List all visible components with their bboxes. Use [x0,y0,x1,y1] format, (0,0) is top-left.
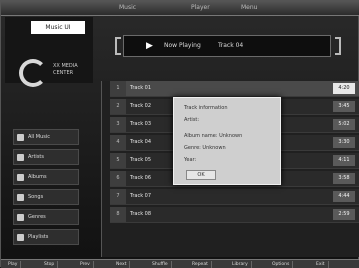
track-number: 6 [110,171,126,186]
title-segment-1: Music [119,4,137,11]
track-title: Track 03 [130,121,152,127]
track-title: Track 02 [130,103,152,109]
dialog-line: Album name: Unknown [184,133,243,139]
folder-icon [17,214,24,221]
track-row[interactable]: 8 Track 08 2:59 [110,207,359,223]
now-playing-bar[interactable]: ▶ Now Playing Track 04 [123,35,331,57]
logo-text: XX MEDIA CENTER [53,63,78,76]
track-time: 4:20 [333,83,355,94]
title-segment-2: Player [191,4,210,11]
track-number: 4 [110,135,126,150]
track-row[interactable]: 1 Track 01 4:20 [110,81,359,97]
title-bar: Music Player Menu [1,1,359,16]
note-icon [17,194,24,201]
sidebar-item-albums[interactable]: Albums [13,169,79,185]
dialog-line: Genre: Unknown [184,145,226,151]
track-number: 3 [110,117,126,132]
sidebar: All Music Artists Albums Songs Genres Pl… [13,119,79,263]
player-window: Music Player Menu Music UI XX MEDIA CENT… [0,0,359,268]
sidebar-item-label: Genres [28,214,46,220]
track-row[interactable]: 7 Track 07 4:44 [110,189,359,205]
sidebar-item-genres[interactable]: Genres [13,209,79,225]
sidebar-item-label: Artists [28,154,44,160]
sidebar-item-playlists[interactable]: Playlists [13,229,79,245]
dialog-line: Year: [184,157,197,163]
play-icon[interactable]: ▶ [146,41,153,51]
title-segment-3[interactable]: Menu [241,3,257,12]
info-dialog: Track information Artist: Album name: Un… [173,97,281,185]
left-bracket-icon [115,37,121,55]
track-number: 5 [110,153,126,168]
disc-icon [17,174,24,181]
track-time: 3:45 [333,101,355,112]
right-bracket-icon [335,37,341,55]
track-time: 3:58 [333,173,355,184]
track-number: 7 [110,189,126,204]
track-title: Track 04 [130,139,152,145]
sidebar-item-songs[interactable]: Songs [13,189,79,205]
track-time: 4:11 [333,155,355,166]
track-title: Track 05 [130,157,152,163]
person-icon [17,154,24,161]
track-title: Track 01 [130,85,152,91]
sidebar-item-label: All Music [28,134,51,140]
track-number: 2 [110,99,126,114]
now-playing-status: Now Playing [164,42,201,49]
music-note-icon [17,134,24,141]
dialog-line: Artist: [184,117,200,123]
sidebar-item-label: Songs [28,194,44,200]
list-icon [17,234,24,241]
sidebar-item-artists[interactable]: Artists [13,149,79,165]
track-title: Track 08 [130,211,152,217]
track-time: 2:59 [333,209,355,220]
sidebar-item-label: Playlists [28,234,49,240]
track-title: Track 06 [130,175,152,181]
track-number: 1 [110,81,126,96]
track-title: Track 07 [130,193,152,199]
skin-tag[interactable]: Music UI [31,21,85,34]
dialog-heading: Track information [184,105,228,111]
now-playing-track: Track 04 [218,42,244,49]
track-number: 8 [110,207,126,222]
sidebar-item-label: Albums [28,174,47,180]
track-time: 4:44 [333,191,355,202]
sidebar-item-all-music[interactable]: All Music [13,129,79,145]
track-time: 3:30 [333,137,355,148]
dialog-ok-button[interactable]: OK [186,170,216,180]
logo-icon [19,59,47,87]
track-time: 5:02 [333,119,355,130]
